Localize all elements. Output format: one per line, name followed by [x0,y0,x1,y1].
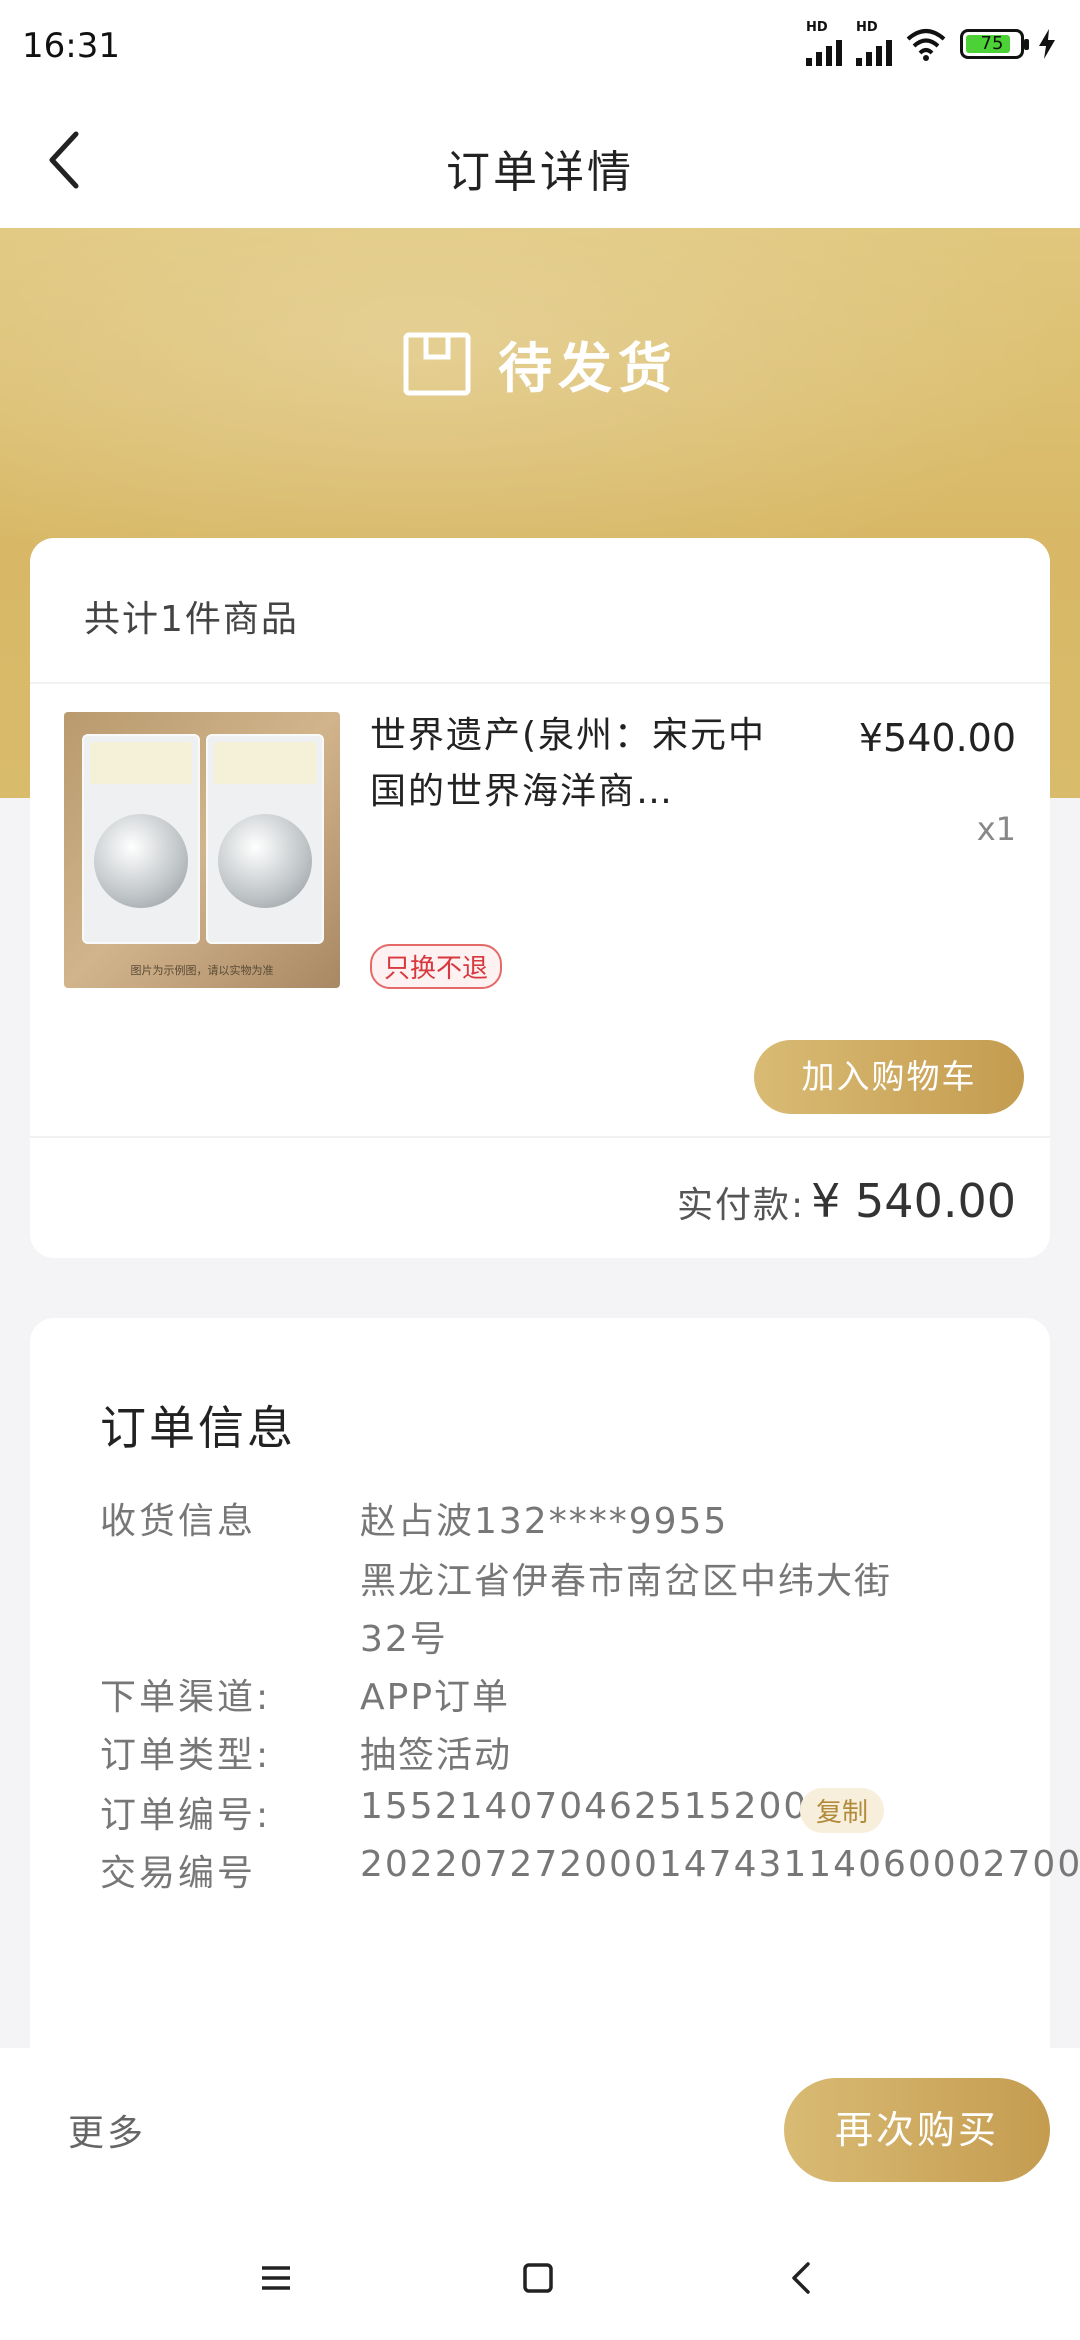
product-quantity: x1 [976,810,1016,848]
paid-value: ¥ 540.00 [811,1174,1016,1228]
receiver-address-line2: 32号 [360,1619,448,1660]
nav-bar: 订单详情 [0,92,1080,228]
paid-label: 实付款: [677,1185,806,1226]
status-time: 16:31 [22,26,120,66]
image-caption: 图片为示例图，请以实物为准 [130,964,274,977]
signal-icon: HD [856,20,892,66]
battery-icon: 75 [960,29,1029,59]
package-icon [403,332,471,395]
paid-amount-row: 实付款: ¥ 540.00 [677,1174,1016,1228]
copy-button[interactable]: 复制 [800,1788,885,1833]
order-status-text: 待发货 [498,337,678,400]
order-number-label: 订单编号: [100,1795,272,1836]
charging-icon [1039,29,1055,59]
receiver-label: 收货信息 [100,1501,257,1542]
order-number-value: 1552140704625152001 [360,1786,834,1827]
bottom-action-bar: 更多 再次购买 [0,2048,1080,2210]
back-nav-icon[interactable] [782,2258,822,2298]
system-nav-bar [0,2210,1080,2340]
transaction-number-value: 20220727200014743114060002700 [360,1844,1080,1885]
add-to-cart-button[interactable]: 加入购物车 [754,1040,1024,1114]
divider [30,682,1050,684]
goods-count: 共计1件商品 [84,599,299,640]
divider [30,1136,1050,1138]
order-info-title: 订单信息 [100,1401,296,1455]
order-type-value: 抽签活动 [360,1735,513,1776]
wifi-icon [906,29,946,61]
order-info-card: 订单信息 收货信息 赵占波132****9955 黑龙江省伊春市南岔区中纬大街 … [30,1318,1080,2118]
transaction-number-label: 交易编号 [100,1853,257,1894]
status-bar: 16:31 HD HD 75 [0,0,1080,92]
more-button[interactable]: 更多 [68,2104,146,2156]
receiver-address-line1: 黑龙江省伊春市南岔区中纬大街 [360,1561,893,1602]
receiver-name-phone: 赵占波132****9955 [360,1501,729,1542]
home-icon[interactable] [518,2258,558,2298]
channel-value: APP订单 [360,1677,511,1718]
signal-icon: HD [806,20,842,66]
product-price: ¥540.00 [858,716,1016,760]
return-policy-badge: 只换不退 [370,944,503,989]
buy-again-button[interactable]: 再次购买 [784,2078,1050,2182]
menu-icon[interactable] [256,2258,296,2298]
page-title: 订单详情 [446,147,634,198]
product-image[interactable]: 图片为示例图，请以实物为准 [64,712,340,988]
order-type-label: 订单类型: [100,1735,272,1776]
status-icons: HD HD 75 [806,20,1056,66]
channel-label: 下单渠道: [100,1677,272,1718]
product-name[interactable]: 世界遗产(泉州：宋元中国的世界海洋商… [370,708,790,820]
goods-card: 共计1件商品 图片为示例图，请以实物为准 世界遗产(泉州：宋元中国的世界海洋商…… [30,538,1050,1258]
